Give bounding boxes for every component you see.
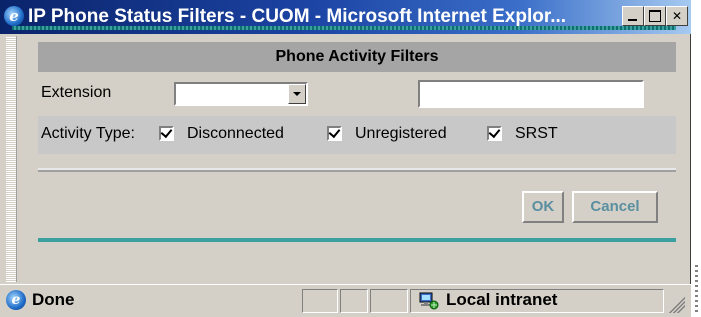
teal-bottom-border [38,238,676,242]
activity-type-label: Activity Type: [41,125,135,142]
unregistered-checkbox[interactable] [327,126,342,141]
status-text: Done [32,290,75,309]
extension-row: Extension [38,74,676,114]
browser-window: e IP Phone Status Filters - CUOM - Micro… [0,0,691,317]
disconnected-label: Disconnected [187,125,284,142]
unregistered-label: Unregistered [355,125,447,142]
zone-text: Local intranet [446,290,558,309]
maximize-button[interactable] [644,6,666,26]
resize-grip-icon[interactable] [669,297,685,313]
teal-top-border [12,26,676,30]
cancel-button[interactable]: Cancel [572,191,658,223]
button-bar: OK Cancel [38,174,676,236]
internet-explorer-icon[interactable]: e [4,6,24,26]
close-button[interactable]: ✕ [666,6,688,26]
minimize-button[interactable] [622,6,644,26]
disconnected-checkbox[interactable] [159,126,174,141]
left-frame-edge [6,36,17,282]
status-pane [340,289,368,313]
divider-shadow [38,170,676,172]
status-pane [302,289,338,313]
srst-checkbox[interactable] [487,126,502,141]
panel-header: Phone Activity Filters [38,42,676,72]
chevron-down-icon[interactable] [288,84,306,104]
extension-label: Extension [41,84,112,101]
srst-label: SRST [515,125,558,142]
extension-select[interactable] [174,82,308,106]
local-intranet-icon [419,292,439,310]
status-bar: e Done Local intranet [0,284,691,317]
page-done-icon: e [6,290,26,310]
page-content [6,36,686,282]
ok-button[interactable]: OK [522,191,564,223]
edge-marks [695,262,698,312]
activity-type-row: Activity Type: Disconnected Unregistered… [38,116,676,154]
status-pane [370,289,408,313]
extension-text-input[interactable] [418,80,644,108]
